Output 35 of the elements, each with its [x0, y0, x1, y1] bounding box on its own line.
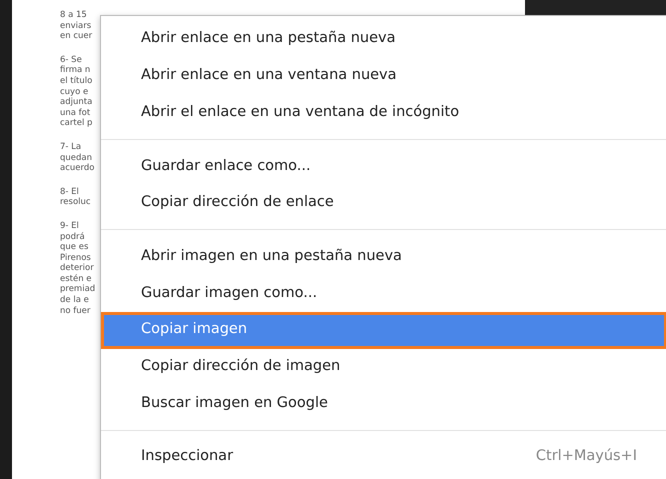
document-text: podrá	[60, 232, 85, 242]
document-text: en cuer	[60, 31, 92, 42]
document-text: quedan	[60, 152, 92, 164]
document-text: una fot	[60, 108, 90, 118]
document-text: que es	[60, 242, 88, 253]
document-text: premiad	[60, 284, 96, 296]
menu-item[interactable]: Abrir imagen en una pestaña nueva	[101, 238, 666, 276]
menu-item[interactable]: Inspeccionar Ctrl+Mayús+I	[101, 438, 666, 476]
menu-item[interactable]: Buscar imagen en Google	[101, 385, 666, 422]
document-text: 9- El	[60, 220, 79, 232]
document-text: resoluc	[60, 197, 91, 208]
menu-item[interactable]: Abrir enlace en una pestaña nueva	[101, 21, 666, 58]
document-text: deterior	[60, 263, 94, 274]
document-text: 8 a 15	[60, 10, 87, 21]
document-text: de la e	[60, 295, 89, 306]
document-text: cartel p	[60, 118, 92, 129]
document-text: estén e	[60, 274, 92, 284]
document-text: enviars	[60, 20, 92, 32]
document-text: Pirenos	[60, 252, 91, 264]
document-text: firma n	[60, 65, 90, 76]
menu-item[interactable]: Guardar enlace como...	[101, 148, 666, 185]
document-text: cuyo e	[60, 86, 88, 98]
document-text: 8- El	[60, 186, 79, 198]
menu-item[interactable]: Copiar imagen	[101, 312, 666, 348]
document-text: adjunta	[60, 97, 92, 108]
menu-item[interactable]: Copiar dirección de imagen	[101, 348, 666, 386]
document-text: acuerdo	[60, 163, 94, 174]
menu-item[interactable]: Abrir el enlace en una ventana de incógnito	[101, 94, 666, 132]
document-text: 6- Se	[60, 54, 82, 66]
menu-item[interactable]: Copiar dirección de enlace	[101, 184, 666, 222]
document-text: no fuer	[60, 306, 90, 316]
menu-item[interactable]: Abrir enlace en una ventana nueva	[101, 58, 666, 94]
document-text: 7- La	[60, 142, 82, 153]
document-text: el título	[60, 76, 92, 87]
menu-item[interactable]: Guardar imagen como...	[101, 275, 666, 312]
